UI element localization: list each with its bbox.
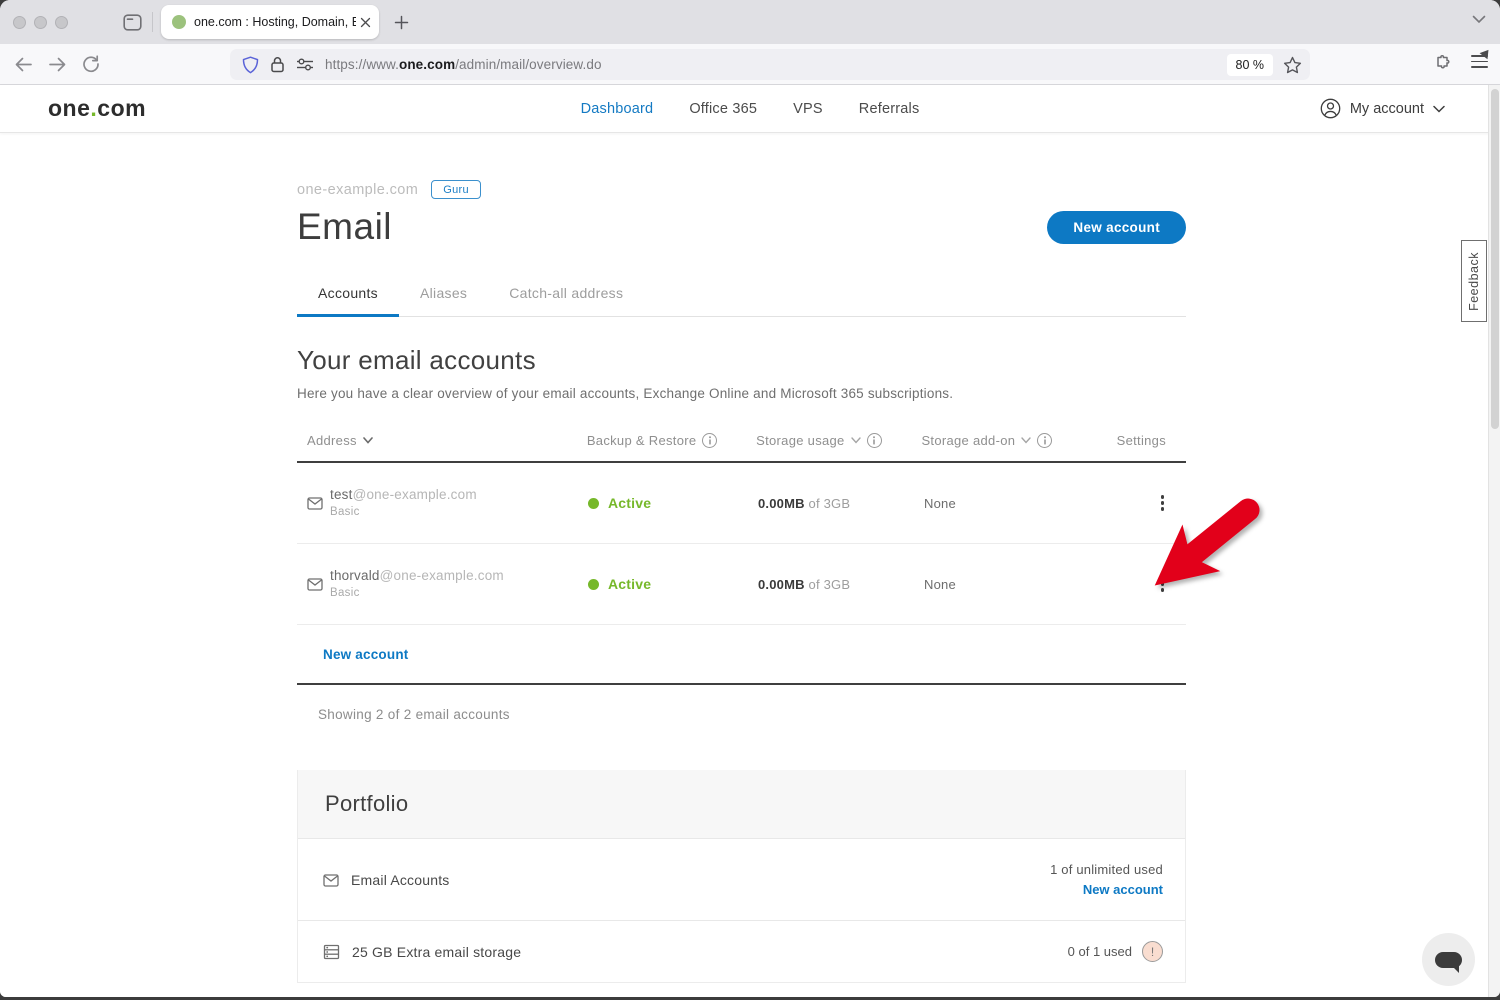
row-settings-kebab-icon[interactable]: [1155, 489, 1171, 517]
update-notice-icon: [1480, 47, 1493, 59]
table-row: test@one-example.com Basic Active 0.00MB…: [297, 463, 1186, 544]
portfolio-item-usage: 1 of unlimited used: [1050, 862, 1163, 877]
extensions-puzzle-icon[interactable]: [1434, 52, 1453, 71]
domain-name: one-example.com: [297, 182, 418, 198]
nav-vps[interactable]: VPS: [793, 101, 823, 117]
email-address: test@one-example.com: [330, 488, 477, 502]
sort-chevron-icon[interactable]: [851, 437, 861, 444]
portfolio-card: Portfolio Email Accounts 1 of unlimited …: [297, 770, 1186, 983]
col-address[interactable]: Address: [307, 433, 357, 448]
info-icon[interactable]: [702, 433, 717, 448]
my-account-menu[interactable]: My account: [1320, 98, 1445, 119]
app-menu-icon[interactable]: [1471, 55, 1488, 68]
my-account-label: My account: [1350, 101, 1424, 117]
list-all-tabs-icon[interactable]: [1472, 15, 1486, 24]
browser-tab[interactable]: one.com : Hosting, Domain, Ema: [161, 5, 379, 39]
col-storage-usage: Storage usage: [756, 433, 844, 448]
onecom-logo[interactable]: one.com: [48, 95, 146, 122]
status-dot-icon: [588, 498, 599, 509]
tab-favicon: [172, 15, 186, 29]
page-scrollbar[interactable]: [1488, 85, 1500, 997]
table-header: Address Backup & Restore Storage usage S…: [297, 433, 1186, 463]
browser-toolbar: https://www.one.com/admin/mail/overview.…: [0, 44, 1500, 85]
user-icon: [1320, 98, 1341, 119]
window-controls: [13, 16, 68, 29]
site-header: one.com Dashboard Office 365 VPS Referra…: [0, 85, 1500, 133]
tab-strip: one.com : Hosting, Domain, Ema: [0, 0, 1500, 44]
email-account-icon: [307, 577, 323, 591]
section-description: Here you have a clear overview of your e…: [297, 386, 1186, 401]
table-row: thorvald@one-example.com Basic Active 0.…: [297, 544, 1186, 625]
bookmark-star-icon[interactable]: [1283, 56, 1302, 74]
new-account-link[interactable]: New account: [323, 647, 408, 662]
section-heading: Your email accounts: [297, 345, 1186, 376]
firefox-view-icon[interactable]: [123, 14, 142, 31]
status-badge: Active: [588, 576, 651, 592]
account-plan: Basic: [330, 507, 477, 519]
storage-addon-value: None: [924, 496, 956, 511]
tab-catch-all[interactable]: Catch-all address: [488, 285, 644, 317]
zoom-level-badge[interactable]: 80 %: [1227, 54, 1274, 76]
status-badge: Active: [588, 495, 651, 511]
permissions-icon[interactable]: [296, 58, 314, 71]
tab-separator: [152, 12, 153, 32]
forward-icon[interactable]: [48, 56, 67, 73]
chat-bubble-icon: [1435, 952, 1462, 968]
storage-usage-value: 0.00MB of 3GB: [758, 496, 850, 511]
portfolio-item: 25 GB Extra email storage 0 of 1 used !: [298, 920, 1185, 982]
nav-referrals[interactable]: Referrals: [859, 101, 920, 117]
info-icon[interactable]: [1037, 433, 1052, 448]
url-bar[interactable]: https://www.one.com/admin/mail/overview.…: [230, 49, 1310, 80]
nav-dashboard[interactable]: Dashboard: [581, 101, 654, 117]
storage-addon-value: None: [924, 577, 956, 592]
col-storage-addon: Storage add-on: [921, 433, 1015, 448]
row-settings-kebab-icon[interactable]: [1155, 570, 1171, 598]
page-content: one-example.com Guru Email New account A…: [0, 133, 1488, 997]
page-title: Email: [297, 206, 392, 248]
tab-aliases[interactable]: Aliases: [399, 285, 488, 317]
plan-badge: Guru: [431, 180, 481, 199]
portfolio-item-label: 25 GB Extra email storage: [352, 944, 521, 960]
email-account-icon: [307, 496, 323, 510]
new-tab-button[interactable]: [394, 15, 409, 30]
lock-icon[interactable]: [270, 56, 285, 73]
scrollbar-thumb[interactable]: [1491, 89, 1499, 429]
minimize-window-button[interactable]: [34, 16, 47, 29]
portfolio-title: Portfolio: [298, 770, 1185, 838]
email-address: thorvald@one-example.com: [330, 569, 504, 583]
chevron-down-icon: [1433, 105, 1445, 113]
reload-icon[interactable]: [82, 55, 100, 73]
back-icon[interactable]: [14, 56, 33, 73]
portfolio-new-account-link[interactable]: New account: [1050, 882, 1163, 897]
close-window-button[interactable]: [13, 16, 26, 29]
portfolio-item-usage: 0 of 1 used: [1068, 944, 1132, 959]
warning-icon[interactable]: !: [1142, 941, 1163, 962]
nav-office-365[interactable]: Office 365: [689, 101, 757, 117]
accounts-summary: Showing 2 of 2 email accounts: [297, 685, 1186, 722]
chat-button[interactable]: [1422, 933, 1475, 986]
email-account-icon: [323, 873, 339, 887]
storage-usage-value: 0.00MB of 3GB: [758, 577, 850, 592]
tab-title: one.com : Hosting, Domain, Ema: [194, 15, 356, 29]
email-tabs: Accounts Aliases Catch-all address: [297, 285, 1186, 317]
main-nav: Dashboard Office 365 VPS Referrals: [581, 101, 920, 117]
tracking-shield-icon[interactable]: [242, 56, 259, 74]
account-plan: Basic: [330, 588, 504, 600]
sort-chevron-icon[interactable]: [363, 437, 373, 444]
feedback-tab[interactable]: Feedback: [1461, 240, 1487, 322]
col-settings: Settings: [1117, 433, 1186, 448]
tab-close-icon[interactable]: [360, 17, 371, 28]
new-account-button[interactable]: New account: [1047, 211, 1186, 244]
storage-icon: [323, 944, 340, 960]
portfolio-item: Email Accounts 1 of unlimited used New a…: [298, 838, 1185, 920]
zoom-window-button[interactable]: [55, 16, 68, 29]
portfolio-item-label: Email Accounts: [351, 872, 450, 888]
status-dot-icon: [588, 579, 599, 590]
tab-accounts[interactable]: Accounts: [297, 285, 399, 317]
sort-chevron-icon[interactable]: [1021, 437, 1031, 444]
url-text[interactable]: https://www.one.com/admin/mail/overview.…: [325, 57, 1227, 72]
col-backup: Backup & Restore: [587, 433, 697, 448]
info-icon[interactable]: [867, 433, 882, 448]
browser-window: one.com : Hosting, Domain, Ema: [0, 0, 1500, 997]
